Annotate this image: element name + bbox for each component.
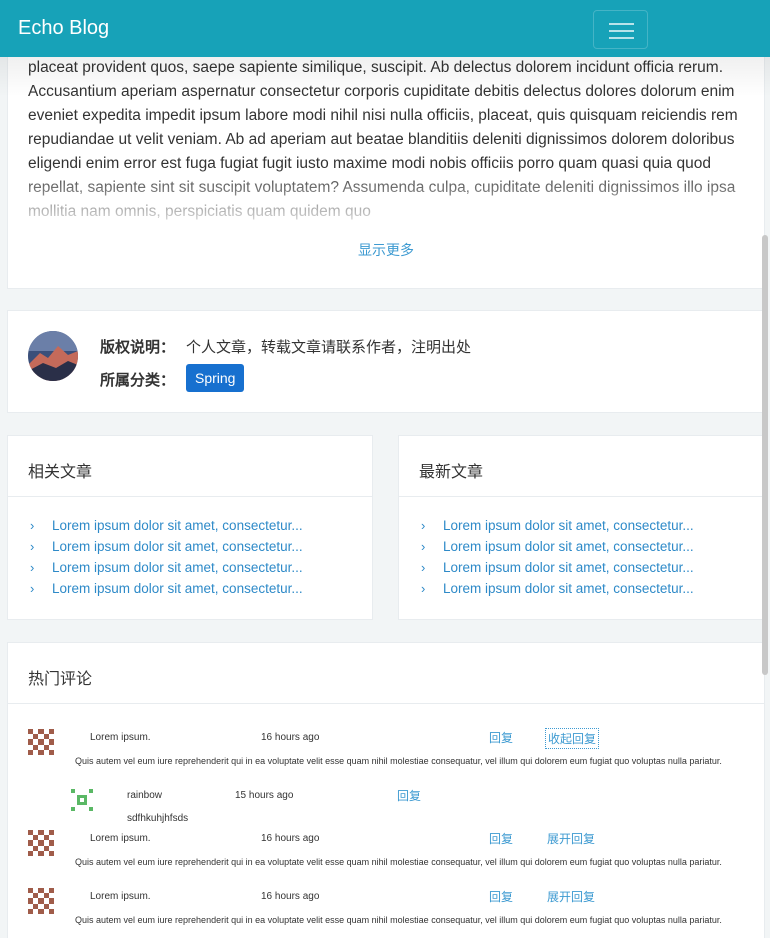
- hamburger-icon-bar: [609, 30, 634, 32]
- article-fade: [8, 168, 764, 228]
- chevron-right-icon: ›: [421, 560, 426, 575]
- identicon-avatar: [28, 830, 54, 856]
- latest-title: 最新文章: [419, 464, 484, 481]
- latest-link-text: Lorem ipsum dolor sit amet, consectetur.…: [443, 560, 694, 575]
- related-link[interactable]: › Lorem ipsum dolor sit amet, consectetur…: [28, 518, 303, 539]
- related-link-text: Lorem ipsum dolor sit amet, consectetur.…: [52, 581, 303, 596]
- category-label: 所属分类：: [100, 372, 176, 389]
- comment-body: Quis autem vel eum iure reprehenderit qu…: [75, 756, 722, 766]
- reply-button[interactable]: 回复: [397, 787, 421, 804]
- comment-username: Lorem ipsum.: [90, 833, 151, 844]
- latest-link[interactable]: › Lorem ipsum dolor sit amet, consectetur…: [419, 518, 694, 539]
- chevron-right-icon: ›: [30, 560, 35, 575]
- chevron-right-icon: ›: [421, 581, 426, 596]
- reply-button[interactable]: 回复: [489, 888, 513, 905]
- identicon-avatar: [71, 789, 93, 811]
- show-more-link[interactable]: 显示更多: [8, 240, 764, 260]
- hot-comments-card: 热门评论 Lorem ipsum. 16 hours ago 回复 收起回复 Q…: [7, 642, 765, 938]
- chevron-right-icon: ›: [421, 518, 426, 533]
- chevron-right-icon: ›: [421, 539, 426, 554]
- menu-toggle-button[interactable]: [593, 10, 648, 49]
- related-link-text: Lorem ipsum dolor sit amet, consectetur.…: [52, 539, 303, 554]
- reply-body: sdfhkuhjhfsds: [127, 813, 189, 824]
- chevron-right-icon: ›: [30, 581, 35, 596]
- reply-username: rainbow: [127, 790, 163, 801]
- related-link-text: Lorem ipsum dolor sit amet, consectetur.…: [52, 560, 303, 575]
- brand-link[interactable]: Echo Blog: [18, 17, 109, 40]
- related-link[interactable]: › Lorem ipsum dolor sit amet, consectetur…: [28, 539, 303, 560]
- identicon-avatar: [28, 888, 54, 914]
- expand-replies-button[interactable]: 展开回复: [545, 829, 597, 848]
- latest-link[interactable]: › Lorem ipsum dolor sit amet, consectetur…: [419, 560, 694, 581]
- comment-time: 16 hours ago: [261, 732, 320, 743]
- card-header: 热门评论: [8, 643, 764, 704]
- related-title: 相关文章: [28, 464, 93, 481]
- comments-title: 热门评论: [28, 671, 93, 688]
- category-tag-button[interactable]: Spring: [186, 364, 245, 392]
- collapse-replies-button[interactable]: 收起回复: [545, 728, 600, 749]
- author-avatar: [28, 331, 78, 381]
- card-header: 相关文章: [8, 436, 372, 497]
- latest-link-text: Lorem ipsum dolor sit amet, consectetur.…: [443, 518, 694, 533]
- article-card: placeat provident quos, saepe sapiente s…: [7, 40, 765, 289]
- related-articles-card: 相关文章 › Lorem ipsum dolor sit amet, consec…: [7, 435, 373, 620]
- identicon-avatar: [28, 729, 54, 755]
- copyright-label: 版权说明：: [100, 339, 176, 356]
- latest-articles-card: 最新文章 › Lorem ipsum dolor sit amet, consec…: [398, 435, 765, 620]
- reply-time: 15 hours ago: [235, 790, 294, 801]
- expand-replies-button[interactable]: 展开回复: [545, 887, 597, 906]
- copyright-value: 个人文章，转载文章请联系作者，注明出处: [186, 339, 472, 356]
- comment-body: Quis autem vel eum iure reprehenderit qu…: [75, 857, 722, 867]
- comment-body: Quis autem vel eum iure reprehenderit qu…: [75, 915, 722, 925]
- related-link[interactable]: › Lorem ipsum dolor sit amet, consectetur…: [28, 581, 303, 602]
- navbar: Echo Blog: [0, 0, 770, 57]
- related-list: › Lorem ipsum dolor sit amet, consectetur…: [28, 518, 303, 602]
- latest-link[interactable]: › Lorem ipsum dolor sit amet, consectetur…: [419, 581, 694, 602]
- hamburger-icon: [609, 23, 634, 25]
- reply-button[interactable]: 回复: [489, 729, 513, 746]
- comment-username: Lorem ipsum.: [90, 891, 151, 902]
- comment-username: Lorem ipsum.: [90, 732, 151, 743]
- card-header: 最新文章: [399, 436, 764, 497]
- page-scrollbar[interactable]: [762, 235, 768, 675]
- latest-list: › Lorem ipsum dolor sit amet, consectetur…: [419, 518, 694, 602]
- chevron-right-icon: ›: [30, 518, 35, 533]
- copyright-card: 版权说明： 个人文章，转载文章请联系作者，注明出处 所属分类： Spring: [7, 310, 765, 413]
- latest-link-text: Lorem ipsum dolor sit amet, consectetur.…: [443, 581, 694, 596]
- comment-time: 16 hours ago: [261, 833, 320, 844]
- latest-link[interactable]: › Lorem ipsum dolor sit amet, consectetur…: [419, 539, 694, 560]
- related-link[interactable]: › Lorem ipsum dolor sit amet, consectetur…: [28, 560, 303, 581]
- hamburger-icon-bar: [609, 37, 634, 39]
- latest-link-text: Lorem ipsum dolor sit amet, consectetur.…: [443, 539, 694, 554]
- comment-time: 16 hours ago: [261, 891, 320, 902]
- chevron-right-icon: ›: [30, 539, 35, 554]
- related-link-text: Lorem ipsum dolor sit amet, consectetur.…: [52, 518, 303, 533]
- reply-button[interactable]: 回复: [489, 830, 513, 847]
